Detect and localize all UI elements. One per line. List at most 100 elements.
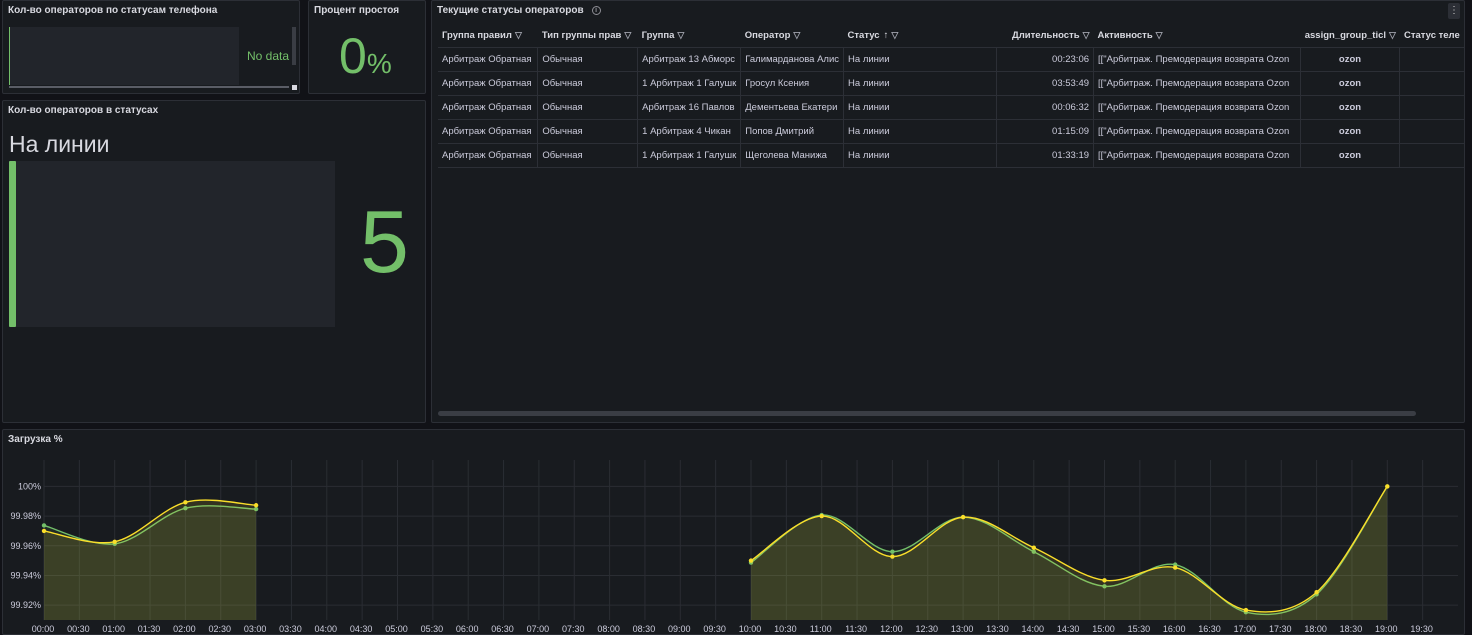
data-point xyxy=(1243,607,1249,613)
table-cell: Арбитраж Обратная xyxy=(438,71,539,96)
x-tick-label: 01:30 xyxy=(138,624,161,634)
table-cell: Обычная xyxy=(537,95,639,120)
table-cell: Щеголева Манижа xyxy=(740,143,845,168)
horizontal-scrollbar[interactable] xyxy=(438,411,1416,416)
x-tick-label: 09:00 xyxy=(668,624,691,634)
x-tick-label: 15:30 xyxy=(1128,624,1151,634)
table-row[interactable]: Арбитраж Обратная Обычная Арбитраж 16 Павл… xyxy=(438,95,1464,120)
filter-icon[interactable]: ▽ xyxy=(677,30,684,40)
x-tick-label: 10:00 xyxy=(739,624,762,634)
table-cell: На линии xyxy=(843,71,997,96)
table-header-row: Группа правил ▽ Тип группы прав ▽ Группа ▽ Опе… xyxy=(438,25,1464,48)
x-tick-label: 16:00 xyxy=(1163,624,1186,634)
panel-current-statuses: Текущие статусы операторов i ⋮ Группа пра… xyxy=(431,0,1465,423)
column-header[interactable]: Длительность ▽ xyxy=(996,25,1094,48)
table-cell: Дементьева Екатери xyxy=(740,95,845,120)
table-cell xyxy=(1399,143,1464,168)
table-cell: Попов Дмитрий xyxy=(740,119,845,144)
panel-title: Кол-во операторов по статусам телефона xyxy=(8,5,218,16)
data-point xyxy=(890,554,895,559)
table-cell: Арбитраж Обратная xyxy=(438,119,539,144)
empty-bar-area xyxy=(9,27,239,85)
gauge-background xyxy=(9,161,335,327)
table-cell: На линии xyxy=(843,47,997,72)
statuses-table: Группа правил ▽ Тип группы прав ▽ Группа ▽ Опе… xyxy=(438,25,1464,168)
table-cell: Галимарданова Алис xyxy=(740,47,845,72)
vertical-scroll-track xyxy=(292,27,296,65)
x-tick-label: 17:30 xyxy=(1269,624,1292,634)
filter-icon[interactable]: ▽ xyxy=(624,30,631,40)
table-cell: Обычная xyxy=(537,119,639,144)
data-point xyxy=(1385,484,1390,489)
panel-title: Кол-во операторов в статусах xyxy=(8,105,159,116)
table-cell: 03:53:49 xyxy=(996,71,1095,96)
data-point xyxy=(890,549,895,554)
table-cell: Арбитраж Обратная xyxy=(438,95,539,120)
filter-icon[interactable]: ▽ xyxy=(891,30,898,40)
x-tick-label: 02:00 xyxy=(173,624,196,634)
x-tick-label: 07:30 xyxy=(562,624,585,634)
x-tick-label: 04:30 xyxy=(350,624,373,634)
filter-icon[interactable]: ▽ xyxy=(1083,30,1090,40)
filter-icon[interactable]: ▽ xyxy=(1389,30,1396,40)
table-cell: ozon xyxy=(1300,95,1401,120)
info-icon[interactable]: i xyxy=(591,6,601,15)
panel-phone-status: Кол-во операторов по статусам телефона N… xyxy=(2,0,300,94)
table-cell: 01:15:09 xyxy=(996,119,1095,144)
table-row[interactable]: Арбитраж Обратная Обычная 1 Арбитраж 1 Гал… xyxy=(438,71,1464,96)
data-point xyxy=(112,539,117,544)
x-tick-label: 03:00 xyxy=(244,624,267,634)
table-cell: 1 Арбитраж 4 Чикан xyxy=(637,119,742,144)
data-point xyxy=(41,523,47,528)
column-header[interactable]: Группа правил ▽ xyxy=(438,25,538,48)
column-header[interactable]: assign_group_ticl ▽ xyxy=(1300,25,1400,48)
horizontal-scroll-track xyxy=(9,86,289,88)
corner-handle[interactable] xyxy=(292,85,297,90)
load-chart: 99.92% 99.94% 99.96% 99.98% 100% 00:00 00:30 01… xyxy=(10,460,1458,634)
table-cell xyxy=(1399,71,1464,96)
x-tick-label: 02:30 xyxy=(208,624,231,634)
data-point xyxy=(41,528,47,534)
column-header[interactable]: Активность ▽ xyxy=(1093,25,1301,48)
column-header[interactable]: Группа ▽ xyxy=(637,25,741,48)
no-data-label: No data xyxy=(247,49,290,63)
table-row[interactable]: Арбитраж Обратная Обычная 1 Арбитраж 1 Гал… xyxy=(438,143,1464,168)
operators-count: 5 xyxy=(360,192,409,291)
panel-title: Текущие статусы операторов i xyxy=(437,5,601,16)
table-cell: На линии xyxy=(843,119,997,144)
table-row[interactable]: Арбитраж Обратная Обычная Арбитраж 13 Абмо… xyxy=(438,47,1464,72)
data-point xyxy=(1031,545,1037,550)
sort-asc-icon[interactable]: ↑ xyxy=(884,30,889,41)
x-tick-label: 18:00 xyxy=(1304,624,1327,634)
x-tick-label: 06:00 xyxy=(456,624,479,634)
table-cell: Обычная xyxy=(537,143,639,168)
x-tick-label: 05:30 xyxy=(421,624,444,634)
column-header[interactable]: Статус ↑ ▽ xyxy=(843,25,997,48)
filter-icon[interactable]: ▽ xyxy=(793,30,800,40)
table-cell xyxy=(1399,119,1464,144)
idle-percent-value: 0% xyxy=(339,28,392,84)
panel-operators-in-status: Кол-во операторов в статусах На линии 5 xyxy=(2,100,426,423)
y-tick-label: 100% xyxy=(18,481,41,491)
x-tick-label: 00:00 xyxy=(32,624,55,634)
table-cell: 00:06:32 xyxy=(996,95,1095,120)
x-tick-label: 09:30 xyxy=(703,624,726,634)
filter-icon[interactable]: ▽ xyxy=(515,30,522,40)
table-cell: ozon xyxy=(1300,71,1401,96)
filter-icon[interactable]: ▽ xyxy=(1156,30,1163,40)
kebab-menu-icon[interactable]: ⋮ xyxy=(1448,3,1460,19)
column-header[interactable]: Статус теле xyxy=(1399,25,1464,48)
table-row[interactable]: Арбитраж Обратная Обычная 1 Арбитраж 4 Чик… xyxy=(438,119,1464,144)
column-header[interactable]: Оператор ▽ xyxy=(740,25,844,48)
table-cell: На линии xyxy=(843,95,997,120)
table-cell: 1 Арбитраж 1 Галушк xyxy=(637,71,742,96)
data-point xyxy=(819,513,824,519)
table-cell xyxy=(1399,47,1464,72)
table-cell: [["Арбитраж. Премодерация возврата Ozon xyxy=(1093,47,1301,72)
table-cell: 1 Арбитраж 1 Галушк xyxy=(637,143,742,168)
table-cell: Арбитраж 16 Павлов xyxy=(637,95,742,120)
panel-idle-percent: Процент простоя 0% xyxy=(308,0,426,94)
column-header[interactable]: Тип группы прав ▽ xyxy=(537,25,638,48)
table-cell: [["Арбитраж. Премодерация возврата Ozon xyxy=(1093,71,1301,96)
x-tick-label: 08:30 xyxy=(633,624,656,634)
